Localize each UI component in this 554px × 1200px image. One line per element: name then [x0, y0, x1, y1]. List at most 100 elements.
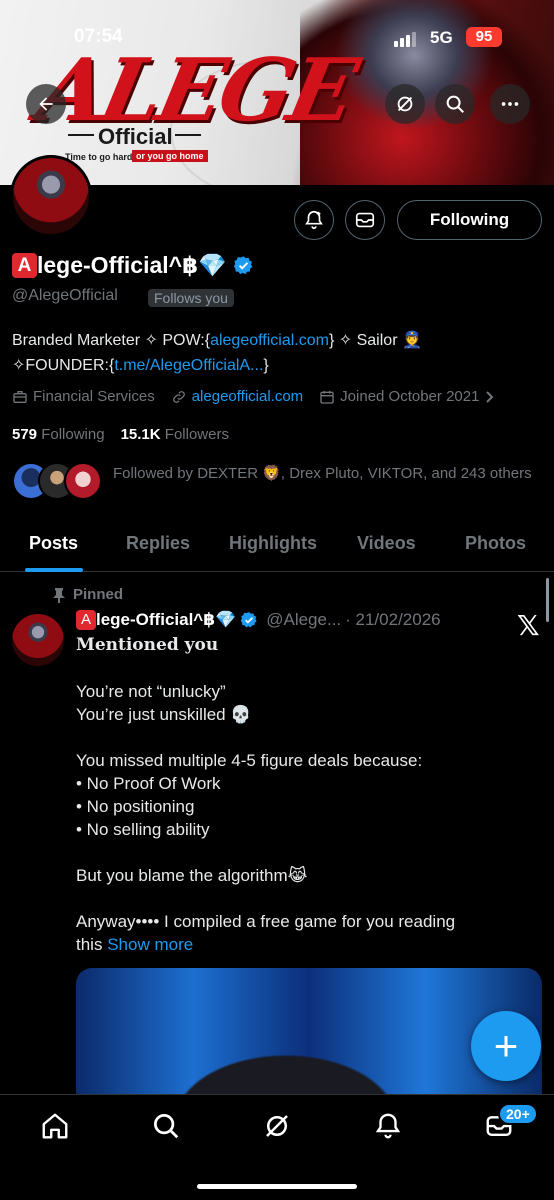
- bio-text: Branded Marketer ✧ POW:{: [12, 332, 211, 349]
- post-line: You’re just unskilled 💀: [76, 705, 252, 724]
- banner-official: Official: [98, 124, 173, 149]
- nav-home[interactable]: [38, 1109, 72, 1143]
- grok-icon: [266, 1115, 288, 1137]
- post-line: • No selling ability: [76, 820, 210, 839]
- grok-icon: [397, 96, 413, 112]
- banner-rule-right: [175, 134, 201, 136]
- briefcase-icon: [13, 390, 27, 403]
- active-tab-indicator: [25, 568, 83, 572]
- pinned-text: Pinned: [73, 586, 124, 603]
- back-button[interactable]: [26, 84, 66, 124]
- signal-icon: [394, 32, 416, 47]
- follow-counts: 579 Following 15.1K Followers: [12, 426, 229, 443]
- home-indicator: [197, 1184, 357, 1189]
- following-count: 579: [12, 426, 38, 443]
- tab-photos[interactable]: Photos: [465, 533, 526, 554]
- post-last-line: this Show more: [76, 933, 536, 956]
- post-mention: Mentioned you: [76, 635, 219, 655]
- messages-badge: 20+: [498, 1103, 538, 1125]
- nav-notifications[interactable]: [371, 1109, 405, 1143]
- calendar-icon: [320, 390, 334, 404]
- compose-button[interactable]: +: [471, 1011, 541, 1081]
- post-line: this: [76, 935, 103, 954]
- back-arrow-icon: [39, 97, 53, 111]
- verified-badge-icon: [233, 256, 253, 275]
- nav-search[interactable]: [149, 1109, 183, 1143]
- pinned-label: Pinned: [53, 586, 123, 603]
- followed-by-row[interactable]: Followed by DEXTER 🦁, Drex Pluto, VIKTOR…: [12, 462, 532, 500]
- joined-date: Joined October 2021: [340, 388, 480, 405]
- post-line: [76, 726, 536, 749]
- category-label: Financial Services: [33, 388, 155, 405]
- banner-brand: ALEGE: [29, 40, 363, 141]
- post-author-avatar[interactable]: [12, 614, 64, 666]
- tab-posts[interactable]: Posts: [29, 533, 78, 554]
- post-line: Anyway•••• I compiled a free game for yo…: [76, 912, 456, 931]
- profile-name-text: lege-Official^฿💎: [37, 252, 227, 278]
- post-line: • No Proof Of Work: [76, 774, 221, 793]
- pin-icon: [53, 587, 65, 603]
- status-time: 07:54: [74, 26, 123, 47]
- bio-link-telegram[interactable]: t.me/AlegeOfficialA...: [114, 357, 263, 374]
- home-icon: [42, 1113, 68, 1139]
- post-line: But you blame the algorithm😹: [76, 866, 308, 885]
- joined-item[interactable]: Joined October 2021: [319, 388, 496, 405]
- website-item[interactable]: alegeofficial.com: [171, 388, 303, 405]
- follows-you-badge: Follows you: [148, 289, 234, 307]
- tab-replies[interactable]: Replies: [126, 533, 190, 554]
- bio-text: } ✧ Sailor 👮: [328, 332, 422, 349]
- chevron-right-icon: [486, 390, 494, 403]
- following-button[interactable]: Following: [397, 200, 542, 240]
- post-header: A lege-Official^฿💎 @Alege... · 21/02/202…: [76, 610, 441, 630]
- message-button[interactable]: [345, 200, 385, 240]
- grok-button[interactable]: [385, 84, 425, 124]
- bio-text: }: [263, 357, 269, 374]
- profile-bio: Branded Marketer ✧ POW:{alegeofficial.co…: [12, 328, 542, 378]
- bell-plus-icon: [305, 210, 323, 230]
- post-line: You’re not “unlucky”: [76, 682, 226, 701]
- nav-grok[interactable]: [260, 1109, 294, 1143]
- profile-handle: @AlegeOfficial: [12, 287, 118, 304]
- post-date: · 21/02/2026: [345, 610, 441, 629]
- banner-tagline-a: Time to go hard: [65, 152, 133, 162]
- tab-videos[interactable]: Videos: [357, 533, 416, 554]
- followers-count-link[interactable]: 15.1K Followers: [121, 426, 229, 443]
- post-line: You missed multiple 4-5 figure deals bec…: [76, 751, 423, 770]
- plus-icon: +: [493, 1022, 519, 1069]
- verified-badge-icon: [240, 612, 257, 628]
- followed-by-text: Followed by DEXTER 🦁, Drex Pluto, VIKTOR…: [113, 465, 532, 482]
- profile-meta: Financial Services alegeofficial.com Joi…: [12, 388, 496, 405]
- battery-indicator: 95: [466, 27, 502, 47]
- search-button[interactable]: [435, 84, 475, 124]
- post-line: [76, 887, 536, 910]
- post-author-name[interactable]: lege-Official^฿💎: [96, 610, 236, 630]
- banner-tagline-b: or you go home: [132, 150, 208, 162]
- more-button[interactable]: [490, 84, 530, 124]
- bio-link-website[interactable]: alegeofficial.com: [210, 332, 329, 349]
- followers-count: 15.1K: [120, 426, 161, 443]
- name-badge: A: [76, 610, 96, 630]
- network-type: 5G: [430, 28, 453, 47]
- profile-name: A lege-Official^฿💎: [12, 252, 254, 279]
- profile-tabs: Posts Replies Highlights Videos Photos: [0, 522, 554, 572]
- bio-text: ✧FOUNDER:{: [12, 357, 115, 374]
- name-badge: A: [12, 253, 37, 278]
- search-icon: [154, 1114, 179, 1139]
- show-more-link[interactable]: Show more: [107, 935, 193, 954]
- more-icon: [501, 102, 519, 106]
- bell-icon: [375, 1113, 401, 1139]
- tab-highlights[interactable]: Highlights: [229, 533, 317, 554]
- post-text[interactable]: Mentioned you You’re not “unlucky” You’r…: [76, 634, 536, 956]
- post-line: [76, 841, 536, 864]
- post-line: • No positioning: [76, 797, 195, 816]
- envelope-icon: [355, 212, 375, 228]
- post-author-handle: @Alege...: [266, 610, 342, 629]
- link-icon: [172, 390, 185, 403]
- website-link[interactable]: alegeofficial.com: [192, 388, 303, 405]
- following-label: Following: [41, 426, 105, 443]
- followers-label: Followers: [164, 426, 229, 443]
- following-count-link[interactable]: 579 Following: [12, 426, 105, 443]
- scrollbar[interactable]: [546, 578, 549, 622]
- profile-avatar[interactable]: [10, 155, 92, 237]
- notifications-bell-button[interactable]: [294, 200, 334, 240]
